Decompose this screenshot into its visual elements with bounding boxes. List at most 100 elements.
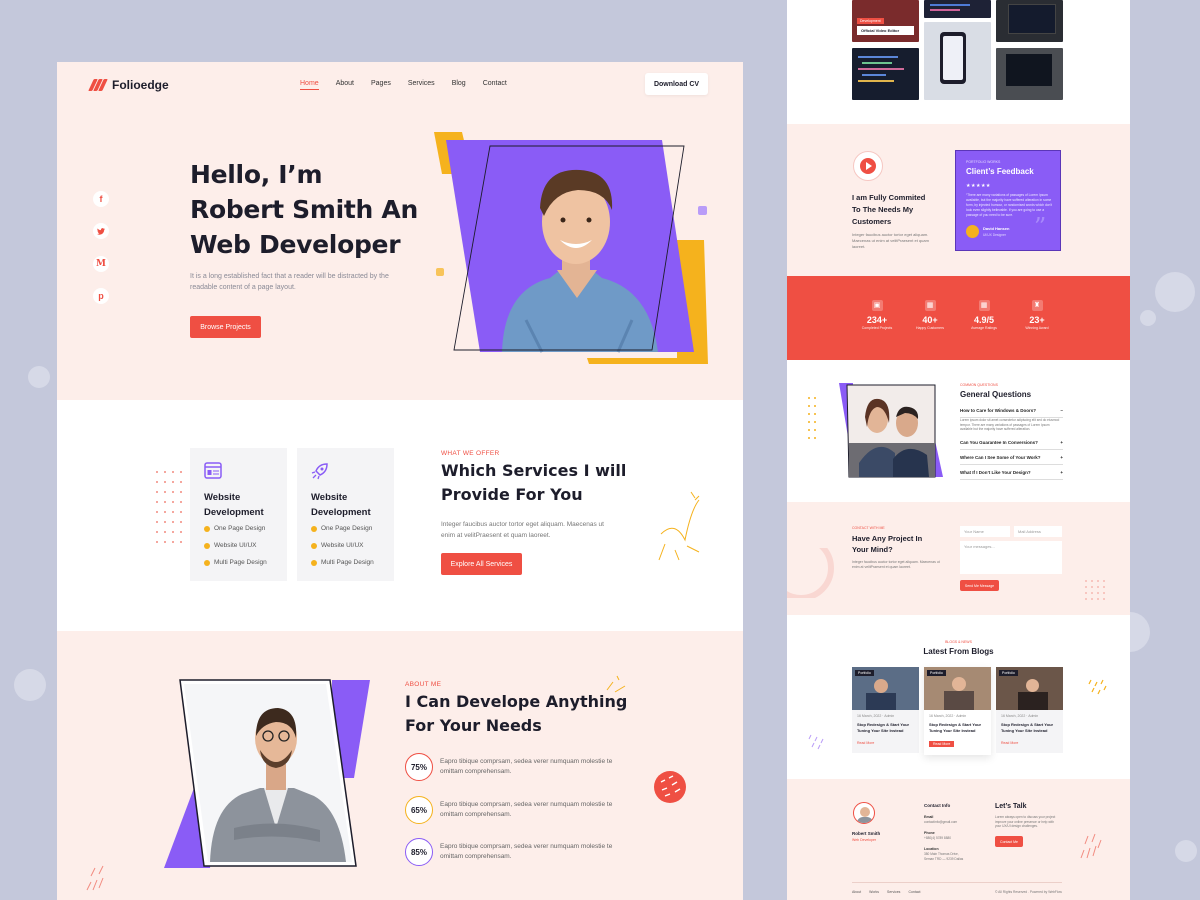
gmail-icon[interactable]: M bbox=[93, 256, 109, 272]
send-message-button[interactable]: Send Me Message bbox=[960, 580, 999, 591]
footer-name: Robert Smith bbox=[852, 831, 881, 836]
logo[interactable]: Folioedge bbox=[88, 78, 169, 92]
blogs-kicker: BLOGS & NEWS bbox=[945, 640, 972, 644]
portfolio-thumb[interactable] bbox=[996, 0, 1063, 42]
avatar bbox=[966, 225, 979, 238]
check-icon bbox=[204, 542, 210, 549]
download-cv-button[interactable]: Download CV bbox=[645, 73, 708, 95]
footer-link-about[interactable]: About bbox=[852, 890, 861, 894]
doodle-lines bbox=[606, 675, 626, 693]
doodle-lines bbox=[86, 865, 104, 891]
faq-question: What If I Don’t Like Your Design? bbox=[960, 470, 1031, 475]
footer-role: Web Developer bbox=[852, 838, 877, 842]
lets-talk-text: Lorem always open to discuss your projec… bbox=[995, 815, 1056, 828]
nav-blog[interactable]: Blog bbox=[452, 80, 466, 90]
commit-heading-line: To The Needs My bbox=[852, 205, 914, 214]
faq-item-4[interactable]: What If I Don’t Like Your Design? + bbox=[960, 470, 1063, 480]
dot-pattern bbox=[808, 397, 816, 439]
blog-author: Admin bbox=[884, 714, 895, 718]
skill-text: Eapro tibique comprsam, sedea verer numq… bbox=[440, 801, 613, 818]
services-heading-line: Which Services I will bbox=[441, 461, 627, 480]
faq-heading: General Questions bbox=[960, 390, 1032, 399]
skill-text: Eapro tibique comprsam, sedea verer numq… bbox=[440, 758, 613, 775]
footer-link-services[interactable]: Services bbox=[887, 890, 900, 894]
contact-me-button[interactable]: Contact Me bbox=[995, 836, 1023, 847]
pinterest-icon[interactable]: p bbox=[93, 288, 109, 304]
skill-percent: 75% bbox=[405, 753, 433, 781]
footer-link-contact[interactable]: Contact bbox=[908, 890, 920, 894]
reviewer-name: David Hansen bbox=[983, 226, 1010, 231]
explore-services-button[interactable]: Explore All Services bbox=[441, 553, 522, 575]
service-title-line: Development bbox=[204, 507, 264, 518]
browser-window-icon bbox=[204, 462, 222, 479]
faq-question: Where Can I See Some of Your Work? bbox=[960, 455, 1041, 460]
faq-kicker: COMMON QUESTIONS bbox=[960, 383, 998, 387]
portfolio-thumb[interactable] bbox=[924, 22, 991, 100]
about-heading-line: I Can Develope Anything bbox=[405, 692, 628, 711]
service-item-label: Website UI/UX bbox=[214, 542, 257, 549]
faq-item-3[interactable]: Where Can I See Some of Your Work? + bbox=[960, 455, 1063, 465]
nav-pages[interactable]: Pages bbox=[371, 80, 391, 90]
service-item: Website UI/UX bbox=[311, 542, 364, 549]
email-input[interactable]: Mail Address bbox=[1014, 526, 1062, 537]
nav-contact[interactable]: Contact bbox=[483, 80, 507, 90]
read-more-link[interactable]: Read More bbox=[857, 741, 874, 745]
decor-dot bbox=[1175, 840, 1197, 862]
check-icon bbox=[311, 559, 317, 566]
client-feedback-card: PORTFOLIO WORKS Client’s Feedback ★★★★★ … bbox=[955, 150, 1061, 251]
commit-text: Integer faucibus auctor tortor eget aliq… bbox=[852, 232, 929, 249]
message-textarea[interactable]: Your messages... bbox=[960, 541, 1062, 574]
portfolio-thumb[interactable] bbox=[996, 48, 1063, 100]
nav-about[interactable]: About bbox=[336, 80, 354, 90]
service-card[interactable]: Website Development One Page Design Webs… bbox=[190, 448, 287, 581]
service-item-label: Multi Page Design bbox=[321, 559, 374, 566]
portfolio-thumb[interactable] bbox=[852, 48, 919, 100]
contact-heading-line: Your Mind? bbox=[852, 545, 893, 554]
stat-number: 23+ bbox=[1029, 315, 1045, 325]
services-heading: Which Services I will Provide For You bbox=[441, 459, 626, 507]
portfolio-thumb[interactable]: Development Official Video Editor bbox=[852, 0, 919, 42]
quote-icon: ” bbox=[1034, 213, 1047, 241]
decor-ring bbox=[787, 548, 834, 598]
blog-tag: Portfolio bbox=[927, 670, 946, 676]
blog-card[interactable]: Portfolio 16 March, 2022 · Admin Stop Re… bbox=[852, 667, 919, 753]
stat-label: Average Ratings bbox=[971, 326, 997, 330]
services-text: Integer faucibus auctor tortor eget aliq… bbox=[441, 521, 604, 539]
stat-item: ▦ 40+ Happy Customers bbox=[905, 300, 955, 330]
stat-label: Completed Projects bbox=[861, 326, 893, 330]
blog-meta: 16 March, 2022 · Admin bbox=[857, 714, 895, 718]
portfolio-landing-page: Folioedge Home About Pages Services Blog… bbox=[57, 62, 743, 900]
feedback-kicker: PORTFOLIO WORKS bbox=[966, 160, 1001, 164]
feedback-heading: Client’s Feedback bbox=[966, 167, 1034, 176]
blog-card[interactable]: Portfolio 16 March, 2022 · Admin Stop Re… bbox=[924, 667, 991, 755]
play-video-button[interactable] bbox=[853, 151, 883, 181]
footer-email[interactable]: contactinfo@gmail.com bbox=[924, 820, 957, 824]
service-title-line: Website bbox=[204, 492, 241, 503]
twitter-icon[interactable] bbox=[93, 223, 109, 239]
footer-location: 380 Main Thomas Drive, Seman TRD — 9239 … bbox=[924, 852, 964, 861]
name-input[interactable]: Your Name bbox=[960, 526, 1010, 537]
nav-home[interactable]: Home bbox=[300, 80, 319, 90]
stat-item: ▦ 4.9/5 Average Ratings bbox=[959, 300, 1009, 330]
about-portrait bbox=[164, 679, 370, 868]
blog-card[interactable]: Portfolio 16 March, 2022 · Admin Stop Re… bbox=[996, 667, 1063, 753]
gift-icon: ▦ bbox=[924, 300, 936, 311]
read-more-link[interactable]: Read More bbox=[1001, 741, 1018, 745]
faq-item-2[interactable]: Can You Guarantee In Conversions? + bbox=[960, 440, 1063, 450]
facebook-icon[interactable]: f bbox=[93, 191, 109, 207]
read-more-button[interactable]: Read More bbox=[929, 741, 955, 747]
service-title-line: Development bbox=[311, 507, 371, 518]
location-label: Location bbox=[924, 847, 939, 851]
portfolio-thumb[interactable] bbox=[924, 0, 991, 18]
browse-projects-button[interactable]: Browse Projects bbox=[190, 316, 261, 338]
service-card[interactable]: Website Development One Page Design Webs… bbox=[297, 448, 394, 581]
blog-title: Stop Redesign & Start Your Tuning Your S… bbox=[857, 722, 910, 733]
faq-item-1[interactable]: How to Care for Windows & Doors? − bbox=[960, 408, 1063, 418]
decor-dot bbox=[1155, 272, 1195, 312]
hero-title-line: Web Developer bbox=[190, 230, 401, 259]
nav-services[interactable]: Services bbox=[408, 80, 435, 90]
commit-heading-line: Customers bbox=[852, 217, 892, 226]
about-heading: I Can Develope Anything For Your Needs bbox=[405, 690, 627, 738]
footer-link-works[interactable]: Works bbox=[869, 890, 879, 894]
footer-phone[interactable]: +880(4) 5789 8880 bbox=[924, 836, 951, 840]
